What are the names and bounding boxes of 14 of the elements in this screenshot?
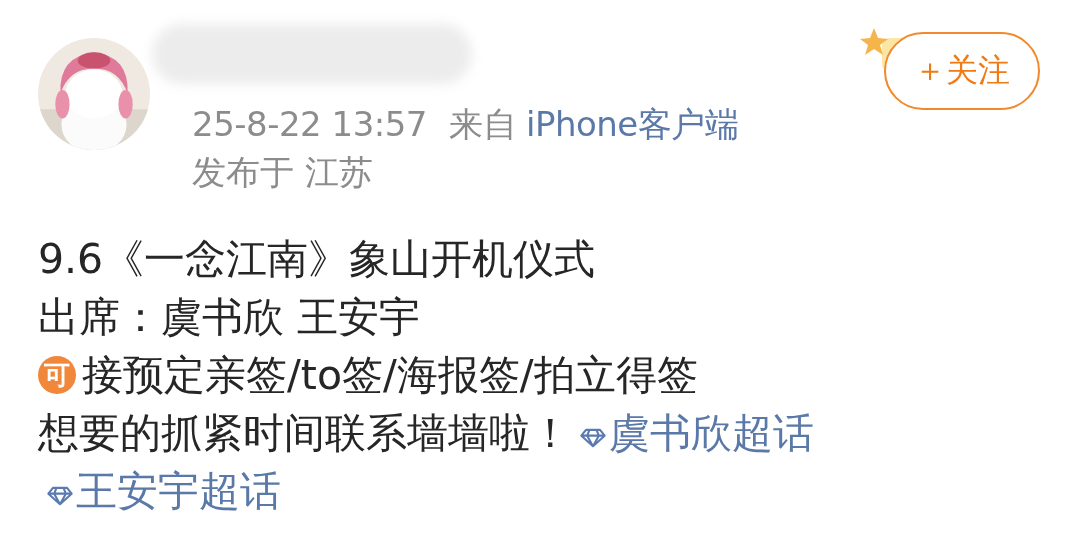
topic-link[interactable]: 王安宇超话 <box>46 467 281 515</box>
badge-icon: 可 <box>38 356 76 394</box>
diamond-icon <box>579 427 607 449</box>
post-text: 想要的抓紧时间联系墙墙啦！ 虞书欣超话 王安宇超话 <box>38 408 815 517</box>
follow-button[interactable]: ＋关注 <box>884 32 1040 110</box>
topic-link[interactable]: 虞书欣超话 <box>579 409 814 457</box>
post-text: 出席：虞书欣 王安宇 <box>38 292 422 343</box>
post-time: 25-8-22 13:57 <box>192 104 427 144</box>
diamond-icon <box>46 485 74 507</box>
source-label: 来自 <box>449 104 516 144</box>
post-text: 9.6《一念江南》象山开机仪式 <box>38 234 597 285</box>
source-link[interactable]: iPhone客户端 <box>526 104 739 144</box>
post-text: 接预定亲签/to签/海报签/拍立得签 <box>82 350 698 401</box>
location-text: 发布于 江苏 <box>192 151 374 194</box>
